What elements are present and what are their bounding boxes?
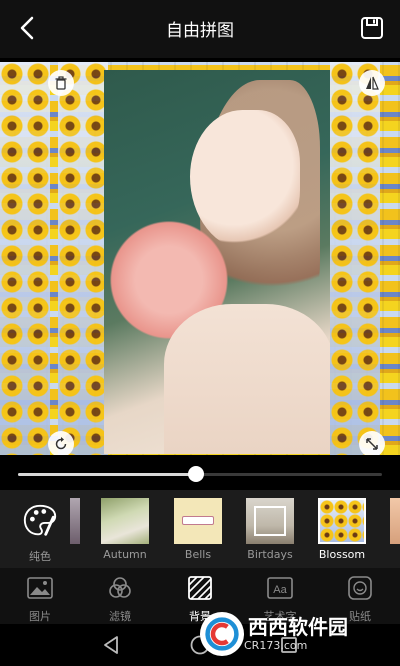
page-title: 自由拼图 <box>166 21 234 41</box>
bg-thumb <box>174 498 222 544</box>
image-icon <box>27 577 53 599</box>
watermark: 西西软件园 CR173.com <box>200 612 390 656</box>
collage-canvas[interactable] <box>0 62 400 455</box>
resize-icon <box>366 438 378 450</box>
bg-item-bells[interactable]: Bells <box>174 498 222 561</box>
background-pattern <box>58 62 108 455</box>
tab-filter[interactable]: 滤镜 <box>90 576 150 624</box>
top-bar: 自由拼图 <box>0 0 400 58</box>
background-icon <box>188 576 212 600</box>
flip-icon <box>366 76 379 90</box>
slider-thumb[interactable] <box>188 466 205 482</box>
slider-fill <box>18 473 197 476</box>
bg-item-blossom[interactable]: Blossom <box>318 498 366 561</box>
bg-item-solid[interactable]: 纯色 <box>16 498 64 564</box>
tab-image[interactable]: 图片 <box>10 576 70 624</box>
system-back-icon[interactable] <box>100 634 122 656</box>
delete-button[interactable] <box>48 70 74 96</box>
watermark-logo <box>200 612 244 656</box>
background-pattern <box>0 62 50 455</box>
sticker-icon <box>348 576 372 600</box>
collage-photo[interactable] <box>104 70 330 454</box>
bg-thumb <box>246 498 294 544</box>
rotate-icon <box>55 437 67 450</box>
bg-thumb <box>101 498 149 544</box>
resize-button[interactable] <box>359 431 385 455</box>
watermark-brand: 西西软件园 <box>248 614 348 639</box>
filter-icon <box>109 577 131 598</box>
rotate-button[interactable] <box>48 431 74 455</box>
bg-thumb-detail <box>182 516 214 525</box>
bg-thumb-partial[interactable] <box>70 498 80 544</box>
background-list: 纯色 Autumn Bells Birtdays Blossom <box>0 490 400 568</box>
tab-label: 图片 <box>29 610 51 623</box>
text-art-icon: Aa <box>267 577 293 599</box>
bg-item-label: Autumn <box>103 548 147 561</box>
background-pattern <box>330 62 380 455</box>
bg-item-label: Birtdays <box>247 548 293 561</box>
bg-item-label: Blossom <box>318 548 366 561</box>
trash-icon <box>55 76 67 90</box>
flip-button[interactable] <box>359 70 385 96</box>
save-icon <box>361 17 383 39</box>
palette-icon <box>16 498 64 544</box>
bg-thumb <box>318 498 366 544</box>
tab-label: 滤镜 <box>109 610 131 623</box>
bg-item-birtdays[interactable]: Birtdays <box>246 498 294 561</box>
bg-item-autumn[interactable]: Autumn <box>101 498 149 561</box>
save-button[interactable] <box>360 16 384 40</box>
bg-thumb-partial[interactable] <box>390 498 400 544</box>
opacity-slider[interactable] <box>0 455 400 490</box>
bg-item-label: Bells <box>184 548 212 561</box>
bg-item-label: 纯色 <box>29 550 51 563</box>
photo-detail <box>164 304 330 454</box>
watermark-url: CR173.com <box>244 638 308 652</box>
bg-thumb-detail <box>254 506 286 536</box>
svg-text:Aa: Aa <box>273 584 287 596</box>
